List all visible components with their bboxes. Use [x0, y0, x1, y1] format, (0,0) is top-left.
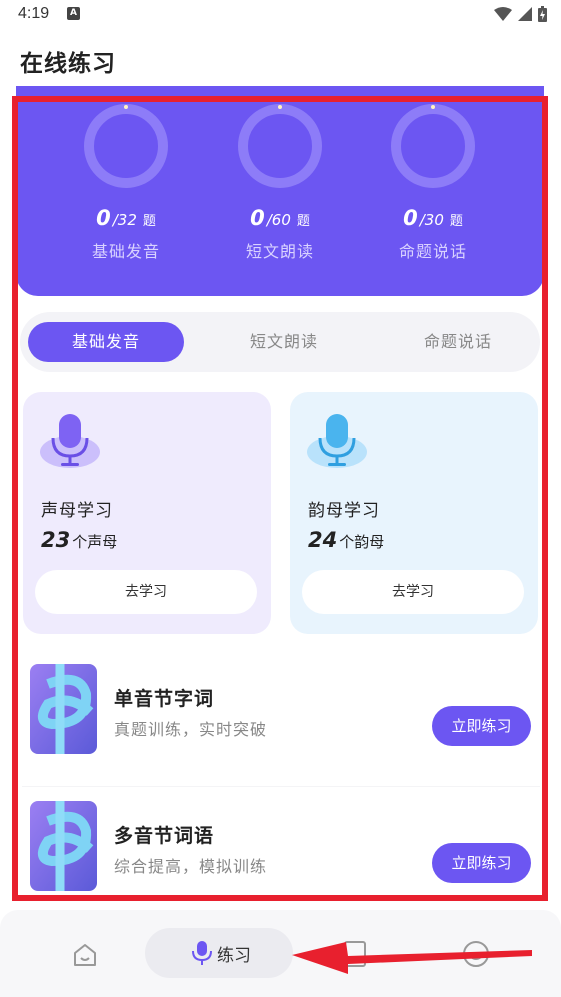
card-count: 23 个声母 — [41, 528, 117, 552]
annotation-arrow-icon — [292, 942, 532, 974]
list-item-single-syllable[interactable]: 单音节字词 真题训练，实时突破 立即练习 — [22, 650, 540, 760]
notification-icon: A — [67, 7, 80, 20]
item-title: 单音节字词 — [114, 688, 215, 710]
item-subtitle: 真题训练，实时突破 — [114, 720, 268, 739]
initials-study-card[interactable]: 声母学习 23 个声母 去学习 — [23, 392, 271, 634]
nav-practice[interactable]: 练习 — [145, 928, 293, 978]
microphone-icon — [39, 410, 101, 472]
stat-total: /60 — [266, 211, 291, 229]
stat-done: 0 — [403, 206, 418, 230]
go-study-button[interactable]: 去学习 — [35, 570, 257, 614]
stat-label: 命题说话 — [398, 242, 467, 261]
stat-count: 0/32 题 — [51, 206, 201, 230]
page-title: 在线练习 — [20, 51, 116, 77]
stat-count: 0/60 题 — [205, 206, 355, 230]
progress-ring — [238, 104, 322, 188]
home-icon — [74, 944, 96, 966]
battery-icon — [538, 6, 547, 22]
signal-icon — [518, 7, 532, 21]
stat-label: 短文朗读 — [245, 242, 314, 261]
stat-unit: 题 — [296, 214, 310, 229]
nav-home[interactable] — [70, 940, 100, 970]
progress-ring — [391, 104, 475, 188]
stat-total: /30 — [419, 211, 444, 229]
status-icons — [494, 6, 547, 22]
card-title: 声母学习 — [41, 501, 113, 521]
stat-total: /32 — [112, 211, 137, 229]
stat-count: 0/30 题 — [358, 206, 508, 230]
progress-stats-panel: 0/32 题 基础发音 0/60 题 短文朗读 0/30 题 命题说话 — [16, 86, 544, 296]
practice-thumbnail — [30, 664, 97, 754]
card-count: 24 个韵母 — [308, 528, 384, 552]
app-header: 在线练习 — [0, 32, 561, 88]
item-title: 多音节词语 — [114, 825, 215, 847]
practice-now-button[interactable]: 立即练习 — [432, 706, 531, 746]
practice-thumbnail — [30, 801, 97, 891]
go-study-button[interactable]: 去学习 — [302, 570, 524, 614]
stat-topic-speaking: 0/30 题 命题说话 — [358, 100, 508, 262]
progress-ring — [84, 104, 168, 188]
status-time: 4:19 — [18, 5, 50, 22]
microphone-icon — [306, 410, 368, 472]
list-item-multi-syllable[interactable]: 多音节词语 综合提高，模拟训练 立即练习 — [22, 786, 540, 896]
tab-basic-pronunciation[interactable]: 基础发音 — [28, 322, 184, 362]
finals-study-card[interactable]: 韵母学习 24 个韵母 去学习 — [290, 392, 538, 634]
practice-now-button[interactable]: 立即练习 — [432, 843, 531, 883]
stat-passage-reading: 0/60 题 短文朗读 — [205, 100, 355, 262]
card-count-number: 24 — [308, 528, 338, 552]
wifi-icon — [494, 7, 512, 21]
tab-passage-reading[interactable]: 短文朗读 — [206, 322, 362, 362]
stat-done: 0 — [96, 206, 111, 230]
tab-topic-speaking[interactable]: 命题说话 — [380, 322, 536, 362]
category-tabs: 基础发音 短文朗读 命题说话 — [20, 312, 540, 372]
status-bar: 4:19 A — [0, 0, 561, 32]
card-count-unit: 个韵母 — [339, 533, 385, 551]
nav-practice-label: 练习 — [217, 946, 251, 966]
stat-basic-pronunciation: 0/32 题 基础发音 — [51, 100, 201, 262]
item-subtitle: 综合提高，模拟训练 — [114, 857, 268, 876]
stat-label: 基础发音 — [91, 242, 160, 261]
microphone-icon — [192, 941, 212, 965]
stat-unit: 题 — [142, 214, 156, 229]
card-count-unit: 个声母 — [72, 533, 118, 551]
stat-unit: 题 — [449, 214, 463, 229]
card-count-number: 23 — [41, 528, 71, 552]
stat-done: 0 — [250, 206, 265, 230]
card-title: 韵母学习 — [308, 501, 380, 521]
